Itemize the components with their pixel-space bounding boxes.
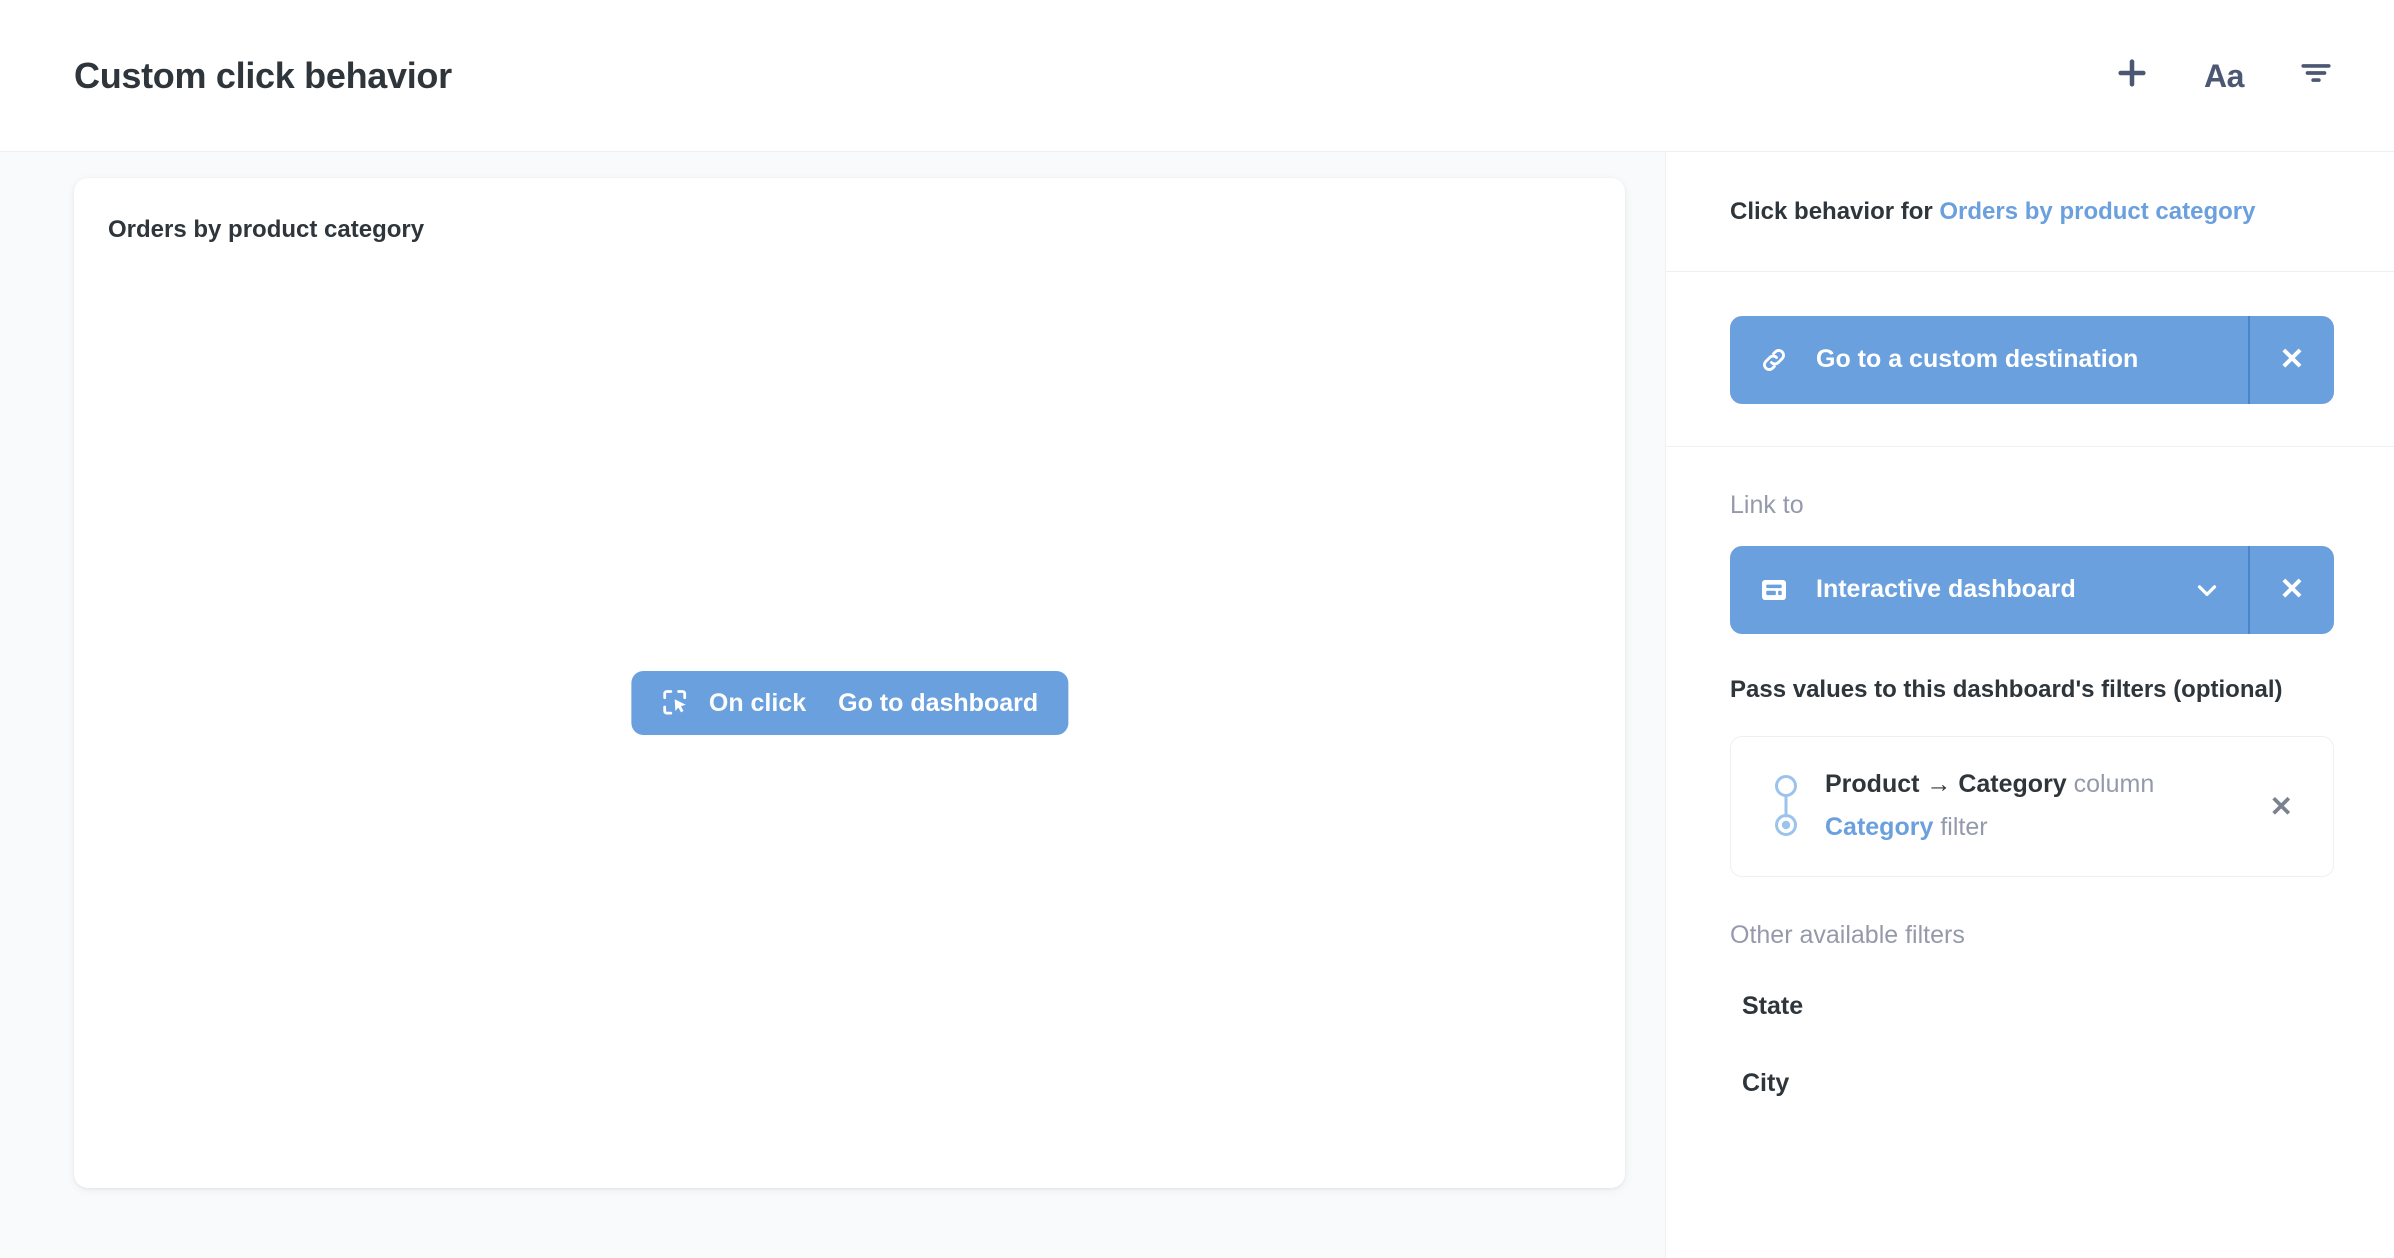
sidebar-header-card-link[interactable]: Orders by product category: [1939, 198, 2255, 225]
filter-mapping-filter-row: Category filter: [1825, 814, 2154, 842]
click-action-label: Go to dashboard: [838, 688, 1039, 717]
app-header: Custom click behavior Aa: [0, 0, 2394, 152]
link-to-label: Link to: [1730, 490, 1804, 519]
plus-icon: [2115, 56, 2149, 95]
link-icon: [1758, 344, 1790, 376]
filter-mapping-body: Product → Category column Category filte…: [1769, 769, 2242, 842]
click-target-icon: [659, 687, 691, 719]
behavior-selector[interactable]: Go to a custom destination ✕: [1730, 315, 2334, 404]
column-to-filter-connector-icon: [1769, 773, 1803, 839]
filter-mapping-column-name: Product → Category: [1825, 769, 2067, 798]
filter-icon: [2299, 56, 2333, 95]
add-button[interactable]: [2110, 54, 2154, 98]
app-body: Orders by product category On click Go t…: [0, 152, 2394, 1258]
on-click-label: On click: [708, 688, 807, 717]
sidebar-header: Click behavior for Orders by product cat…: [1666, 152, 2394, 272]
behavior-selector-label: Go to a custom destination: [1816, 345, 2139, 374]
text-button[interactable]: Aa: [2202, 54, 2246, 98]
filter-mapping-column-row: Product → Category column: [1825, 769, 2155, 799]
card-title: Orders by product category: [108, 216, 425, 243]
filter-mapping-column-suffix: column: [2073, 769, 2155, 798]
filter-mapping-remove-button[interactable]: ✕: [2260, 784, 2303, 829]
filters-section: Pass values to this dashboard's filters …: [1666, 676, 2394, 1164]
behavior-section: Go to a custom destination ✕: [1666, 272, 2394, 447]
link-target-value: Interactive dashboard: [1816, 575, 2076, 604]
link-target-selector[interactable]: Interactive dashboard ✕: [1730, 545, 2334, 634]
dashboard-icon: [1758, 574, 1790, 606]
dashboard-card[interactable]: Orders by product category On click Go t…: [74, 178, 1625, 1188]
click-behavior-sidebar: Click behavior for Orders by product cat…: [1665, 152, 2394, 1258]
header-actions: Aa: [2110, 54, 2338, 98]
other-filter-city[interactable]: City: [1730, 1045, 2334, 1122]
link-target-clear-button[interactable]: ✕: [2248, 545, 2334, 634]
filter-mapping-filter-suffix: filter: [1940, 813, 1988, 842]
chevron-down-icon: [2192, 575, 2222, 605]
filter-button[interactable]: [2294, 54, 2338, 98]
sidebar-header-prefix: Click behavior for: [1730, 198, 1940, 225]
dashboard-canvas: Orders by product category On click Go t…: [0, 152, 1665, 1258]
behavior-selector-main[interactable]: Go to a custom destination: [1730, 316, 2248, 404]
behavior-clear-button[interactable]: ✕: [2248, 315, 2334, 404]
app-root: Custom click behavior Aa Orders by produ…: [0, 0, 2394, 1258]
text-aa-icon: Aa: [2204, 57, 2244, 94]
other-filters-heading: Other available filters: [1730, 920, 1965, 949]
other-filter-state[interactable]: State: [1730, 968, 2334, 1045]
filter-mapping-filter-name[interactable]: Category: [1825, 813, 1933, 842]
filter-mapping-card[interactable]: Product → Category column Category filte…: [1730, 735, 2334, 877]
filters-heading: Pass values to this dashboard's filters …: [1730, 675, 2283, 703]
on-click-pill[interactable]: On click Go to dashboard: [630, 671, 1069, 736]
link-target-main[interactable]: Interactive dashboard: [1730, 546, 2248, 634]
link-to-section: Link to Interactive dashboard ✕: [1666, 447, 2394, 676]
filter-mapping-text: Product → Category column Category filte…: [1825, 769, 2155, 842]
page-title: Custom click behavior: [74, 54, 452, 96]
